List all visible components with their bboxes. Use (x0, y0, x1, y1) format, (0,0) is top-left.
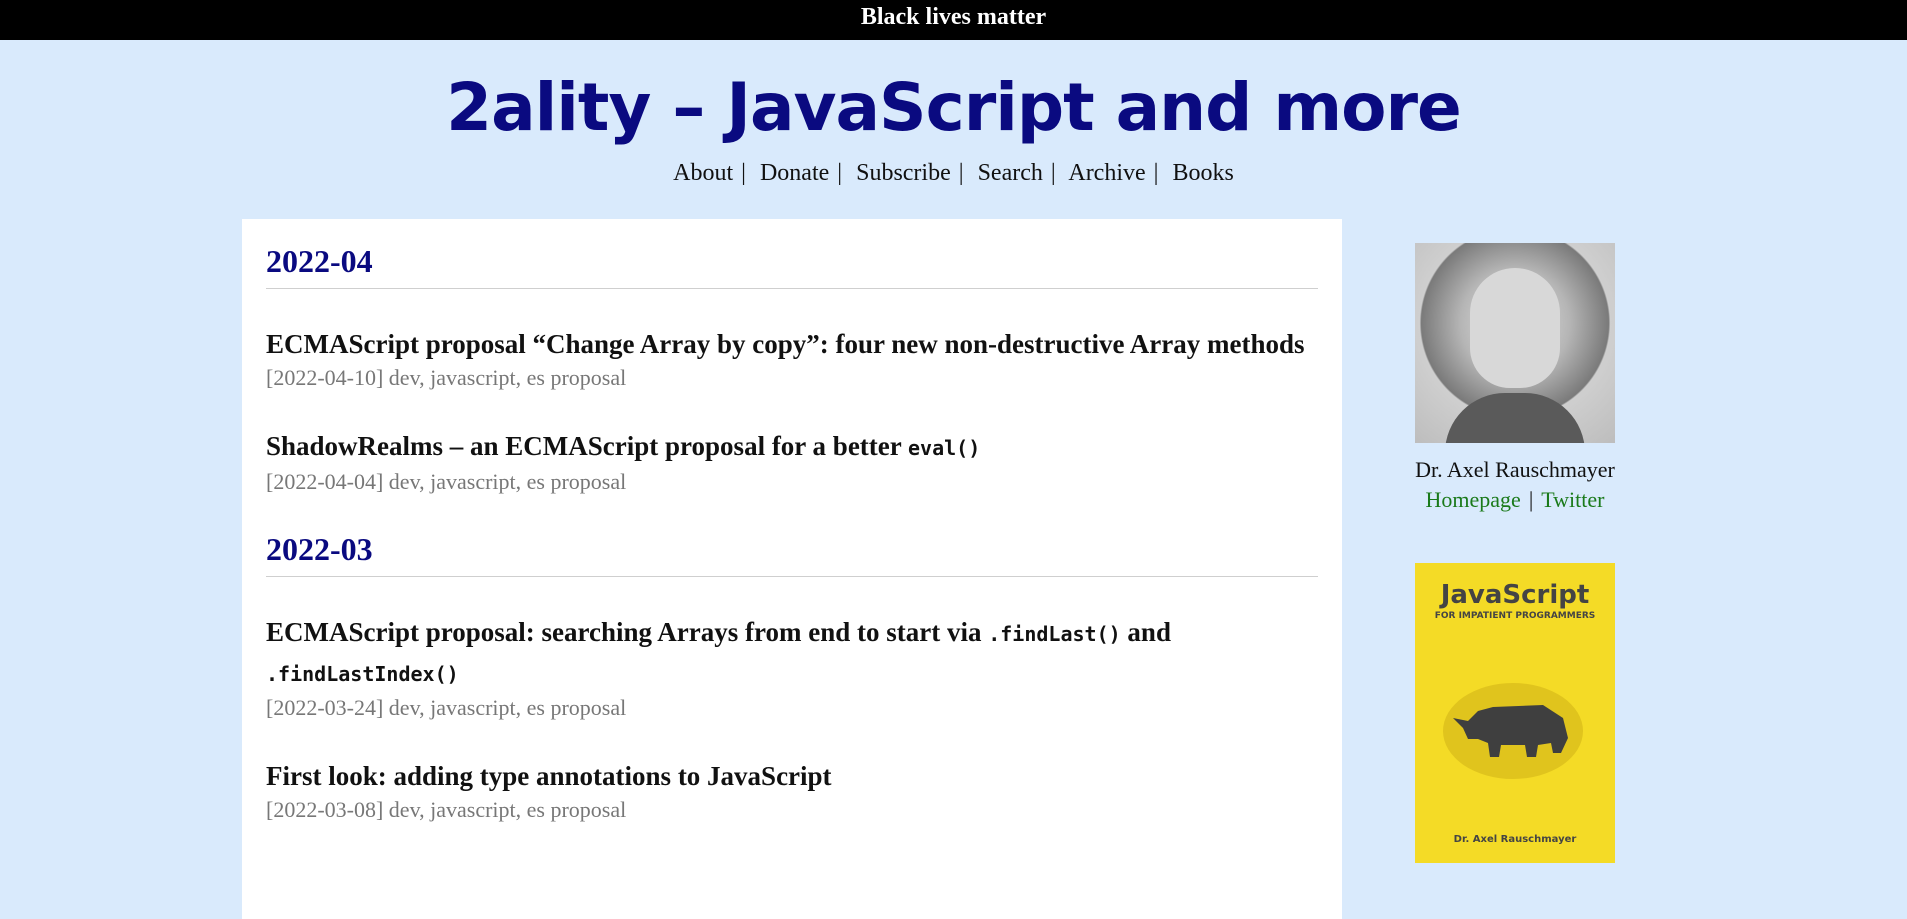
author-links: Homepage | Twitter (1395, 487, 1635, 513)
post-meta: [2022-04-10] dev, javascript, es proposa… (266, 365, 627, 390)
nav-about[interactable]: About (673, 160, 733, 186)
homepage-link[interactable]: Homepage (1426, 487, 1521, 512)
nav-separator: | (1050, 160, 1056, 186)
post-title-link[interactable]: ECMAScript proposal “Change Array by cop… (266, 325, 1318, 363)
nav-search[interactable]: Search (978, 160, 1043, 186)
post-title-text: ECMAScript proposal “Change Array by cop… (266, 329, 1305, 359)
avatar (1415, 243, 1615, 443)
post-title-code: .findLastIndex() (266, 662, 459, 686)
post-title-text: ShadowRealms – an ECMAScript proposal fo… (266, 431, 909, 461)
post-title-text: and (1120, 617, 1171, 647)
post-title-code: .findLast() (988, 622, 1121, 646)
book-author: Dr. Axel Rauschmayer (1453, 834, 1577, 845)
nav-separator: | (741, 160, 746, 186)
post-title-text: ECMAScript proposal: searching Arrays fr… (266, 617, 989, 647)
rhino-icon (1443, 683, 1583, 779)
nav-donate[interactable]: Donate (760, 160, 829, 186)
main-nav: About | Donate | Subscribe | Search | Archiv… (0, 160, 1907, 187)
book-cover[interactable]: JavaScript FOR IMPATIENT PROGRAMMERS Dr.… (1415, 563, 1615, 863)
list-item: ShadowRealms – an ECMAScript proposal fo… (266, 427, 1318, 495)
list-item: ECMAScript proposal: searching Arrays fr… (266, 613, 1318, 721)
sidebar: Dr. Axel Rauschmayer Homepage | Twitter Ja… (1395, 243, 1635, 863)
post-title-code: eval() (908, 436, 981, 460)
book-subtitle: FOR IMPATIENT PROGRAMMERS (1434, 611, 1596, 621)
post-title-link[interactable]: ShadowRealms – an ECMAScript proposal fo… (266, 427, 1318, 467)
nav-books[interactable]: Books (1172, 160, 1233, 186)
post-title-text: First look: adding type annotations to J… (266, 761, 832, 791)
month-block: 2022-03 ECMAScript proposal: searching A… (266, 531, 1318, 823)
avatar-face (1470, 268, 1560, 388)
post-meta: [2022-03-24] dev, javascript, es proposa… (266, 695, 627, 720)
site-title[interactable]: 2ality – JavaScript and more (0, 68, 1907, 148)
list-item: First look: adding type annotations to J… (266, 757, 1318, 823)
post-list: 2022-04 ECMAScript proposal “Change Arra… (242, 219, 1342, 919)
author-name: Dr. Axel Rauschmayer (1415, 457, 1615, 482)
banner: Black lives matter (0, 0, 1907, 40)
link-separator: | (1528, 487, 1534, 512)
list-item: ECMAScript proposal “Change Array by cop… (266, 325, 1318, 391)
post-meta: [2022-04-04] dev, javascript, es proposa… (266, 469, 627, 494)
nav-separator: | (837, 160, 843, 186)
avatar-shirt (1445, 393, 1585, 443)
post-title-link[interactable]: ECMAScript proposal: searching Arrays fr… (266, 613, 1318, 693)
month-heading: 2022-03 (266, 531, 1318, 577)
nav-separator: | (1153, 160, 1159, 186)
post-title-link[interactable]: First look: adding type annotations to J… (266, 757, 1318, 795)
nav-separator: | (958, 160, 964, 186)
book-title: JavaScript (1440, 580, 1590, 610)
twitter-link[interactable]: Twitter (1541, 487, 1604, 512)
post-meta: [2022-03-08] dev, javascript, es proposa… (266, 797, 627, 822)
month-heading: 2022-04 (266, 243, 1318, 289)
nav-archive[interactable]: Archive (1068, 160, 1145, 186)
nav-subscribe[interactable]: Subscribe (856, 160, 951, 186)
month-block: 2022-04 ECMAScript proposal “Change Arra… (266, 243, 1318, 495)
